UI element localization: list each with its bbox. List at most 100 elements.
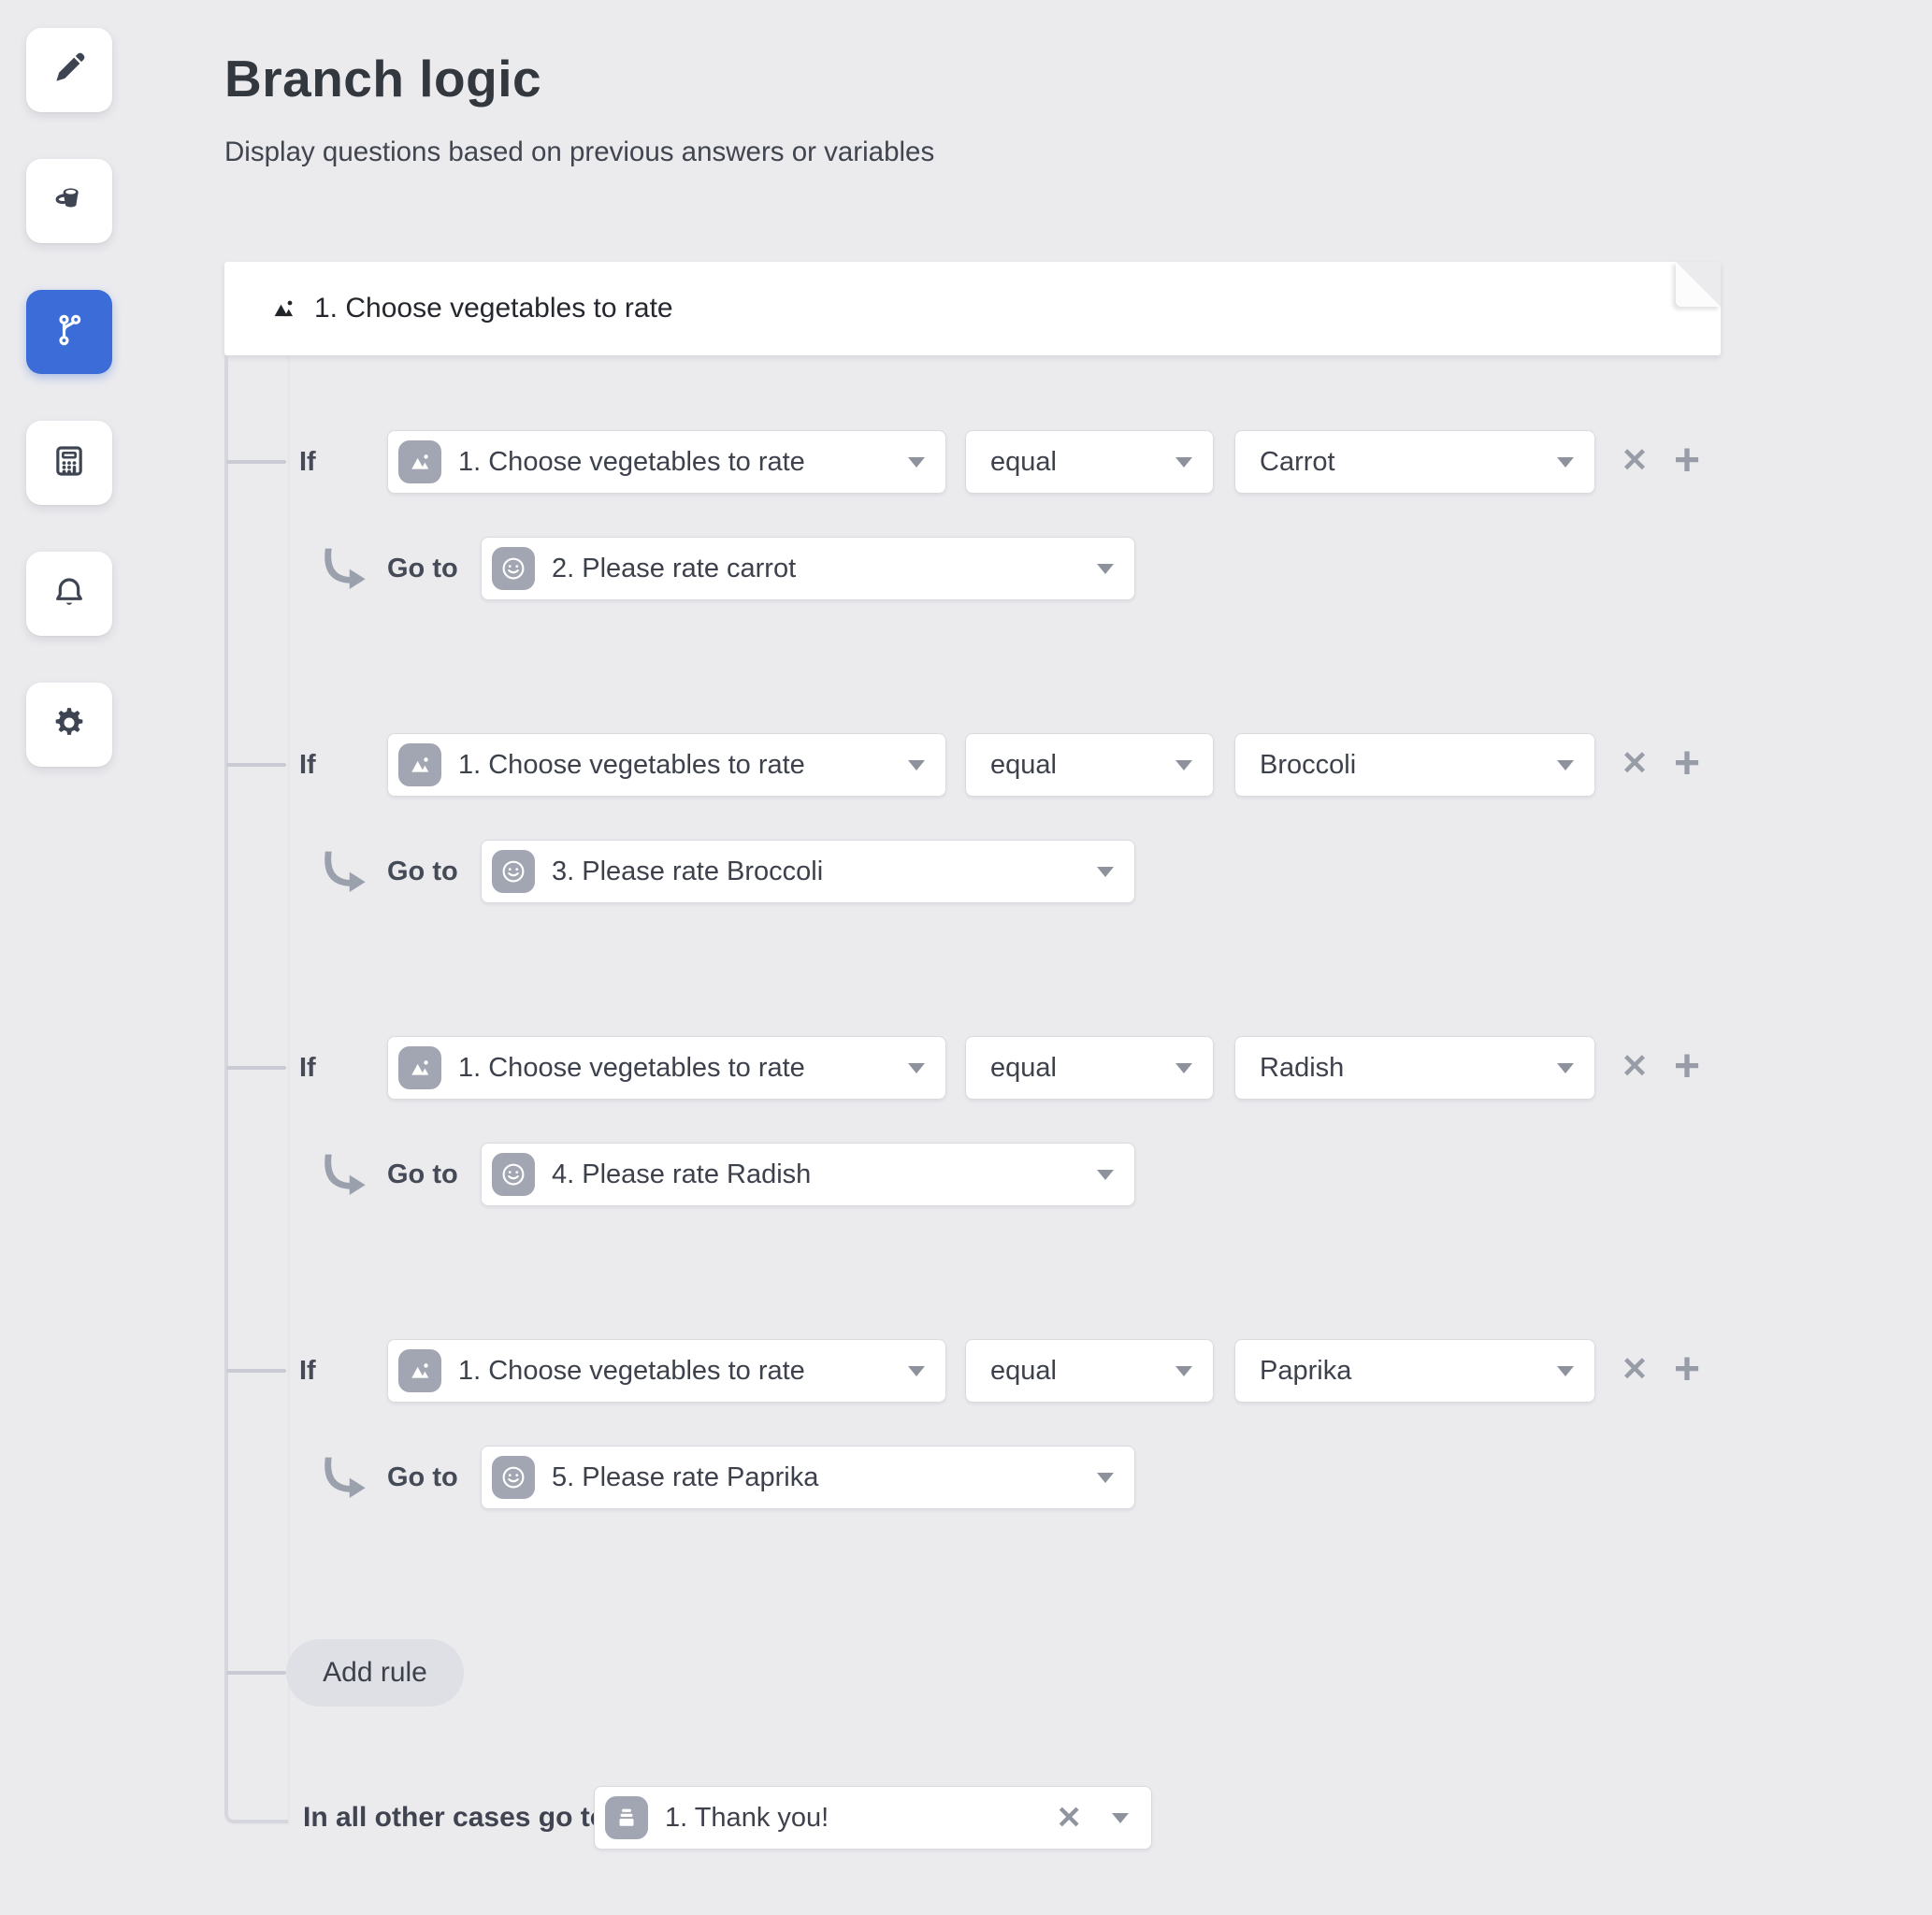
smiley-icon (492, 1153, 535, 1196)
image-icon (269, 295, 297, 323)
goto-target-value: 4. Please rate Radish (552, 1159, 811, 1190)
sidebar-item-design[interactable] (26, 159, 112, 243)
pencil-icon (50, 50, 88, 92)
connector-stub (226, 1066, 286, 1070)
page-header: Branch logic Display questions based on … (224, 52, 934, 168)
sidebar-item-logic[interactable] (26, 290, 112, 374)
add-condition-button[interactable]: + (1666, 733, 1708, 795)
smiley-icon (492, 850, 535, 893)
caret-down-icon (908, 1366, 925, 1376)
page-title: Branch logic (224, 52, 934, 107)
image-icon (398, 1349, 441, 1392)
remove-rule-button[interactable]: ✕ (1614, 430, 1655, 492)
question-dropdown[interactable]: 1. Choose vegetables to rate (387, 430, 946, 494)
goto-label: Go to (387, 840, 458, 903)
question-dropdown[interactable]: 1. Choose vegetables to rate (387, 733, 946, 797)
add-condition-button[interactable]: + (1666, 430, 1708, 492)
branch-icon (50, 311, 88, 353)
connector-stub (226, 1369, 286, 1373)
caret-down-icon (1097, 1170, 1114, 1180)
value-dropdown-value: Paprika (1260, 1356, 1351, 1387)
if-label: If (299, 733, 316, 797)
if-label: If (299, 1036, 316, 1100)
caret-down-icon (1097, 867, 1114, 877)
caret-down-icon (908, 1063, 925, 1073)
fallback-row: In all other cases go to 1. Thank you! ✕ (224, 1786, 1795, 1850)
operator-dropdown-value: equal (990, 750, 1057, 781)
operator-dropdown[interactable]: equal (965, 733, 1214, 797)
gear-icon (50, 704, 88, 746)
curved-arrow-icon (318, 1149, 368, 1204)
goto-target-dropdown[interactable]: 2. Please rate carrot (481, 537, 1135, 600)
if-label: If (299, 1339, 316, 1403)
value-dropdown-value: Carrot (1260, 447, 1335, 478)
if-row: If 1. Choose vegetables to rate equal Ra… (224, 1036, 1795, 1100)
caret-down-icon (908, 760, 925, 770)
paint-bucket-icon (50, 180, 88, 223)
rule-row: If 1. Choose vegetables to rate equal Br… (224, 733, 1795, 903)
branch-logic-page: { "page": { "title": "Branch logic", "su… (0, 0, 1932, 1915)
if-row: If 1. Choose vegetables to rate equal Ca… (224, 430, 1795, 494)
smiley-icon (492, 1456, 535, 1499)
remove-rule-button[interactable]: ✕ (1614, 733, 1655, 795)
operator-dropdown-value: equal (990, 1356, 1057, 1387)
question-dropdown[interactable]: 1. Choose vegetables to rate (387, 1036, 946, 1100)
caret-down-icon (1097, 564, 1114, 574)
goto-row: Go to 3. Please rate Broccoli (224, 840, 1795, 903)
curved-arrow-icon (318, 1452, 368, 1507)
value-dropdown[interactable]: Broccoli (1234, 733, 1595, 797)
operator-dropdown-value: equal (990, 1053, 1057, 1084)
bell-icon (50, 573, 88, 615)
connector-stub (226, 1671, 286, 1675)
caret-down-icon (1557, 457, 1574, 468)
add-condition-button[interactable]: + (1666, 1036, 1708, 1098)
image-icon (398, 440, 441, 483)
if-label: If (299, 430, 316, 494)
curved-arrow-icon (318, 846, 368, 901)
goto-target-dropdown[interactable]: 5. Please rate Paprika (481, 1446, 1135, 1509)
source-question-card: 1. Choose vegetables to rate (224, 262, 1721, 355)
add-rule-button[interactable]: Add rule (286, 1639, 464, 1706)
clear-fallback-button[interactable]: ✕ (1056, 1787, 1082, 1849)
rule-row: If 1. Choose vegetables to rate equal Ca… (224, 430, 1795, 600)
caret-down-icon (1557, 760, 1574, 770)
fallback-target-dropdown[interactable]: 1. Thank you! ✕ (594, 1786, 1152, 1850)
remove-rule-button[interactable]: ✕ (1614, 1339, 1655, 1401)
add-rule-label: Add rule (323, 1657, 427, 1689)
goto-target-dropdown[interactable]: 4. Please rate Radish (481, 1143, 1135, 1206)
rule-row: If 1. Choose vegetables to rate equal Pa… (224, 1339, 1795, 1509)
value-dropdown[interactable]: Paprika (1234, 1339, 1595, 1403)
sidebar-item-calculator[interactable] (26, 421, 112, 505)
question-dropdown-value: 1. Choose vegetables to rate (458, 447, 805, 478)
goto-row: Go to 4. Please rate Radish (224, 1143, 1795, 1206)
connector-stub (226, 460, 286, 464)
fallback-target-value: 1. Thank you! (665, 1803, 829, 1834)
add-condition-button[interactable]: + (1666, 1339, 1708, 1401)
operator-dropdown[interactable]: equal (965, 430, 1214, 494)
operator-dropdown[interactable]: equal (965, 1036, 1214, 1100)
caret-down-icon (1175, 1063, 1192, 1073)
curved-arrow-icon (318, 543, 368, 598)
value-dropdown[interactable]: Carrot (1234, 430, 1595, 494)
question-dropdown-value: 1. Choose vegetables to rate (458, 1356, 805, 1387)
sidebar-item-notifications[interactable] (26, 552, 112, 636)
goto-row: Go to 5. Please rate Paprika (224, 1446, 1795, 1509)
value-dropdown-value: Radish (1260, 1053, 1344, 1084)
caret-down-icon (908, 457, 925, 468)
remove-rule-button[interactable]: ✕ (1614, 1036, 1655, 1098)
question-dropdown[interactable]: 1. Choose vegetables to rate (387, 1339, 946, 1403)
goto-label: Go to (387, 1446, 458, 1509)
operator-dropdown[interactable]: equal (965, 1339, 1214, 1403)
question-dropdown-value: 1. Choose vegetables to rate (458, 1053, 805, 1084)
value-dropdown[interactable]: Radish (1234, 1036, 1595, 1100)
rule-row: If 1. Choose vegetables to rate equal Ra… (224, 1036, 1795, 1206)
if-row: If 1. Choose vegetables to rate equal Br… (224, 733, 1795, 797)
page-subtitle: Display questions based on previous answ… (224, 137, 934, 168)
caret-down-icon (1557, 1366, 1574, 1376)
goto-target-dropdown[interactable]: 3. Please rate Broccoli (481, 840, 1135, 903)
sidebar-item-settings[interactable] (26, 683, 112, 767)
image-icon (398, 1046, 441, 1089)
if-row: If 1. Choose vegetables to rate equal Pa… (224, 1339, 1795, 1403)
sidebar-item-edit[interactable] (26, 28, 112, 112)
question-dropdown-value: 1. Choose vegetables to rate (458, 750, 805, 781)
